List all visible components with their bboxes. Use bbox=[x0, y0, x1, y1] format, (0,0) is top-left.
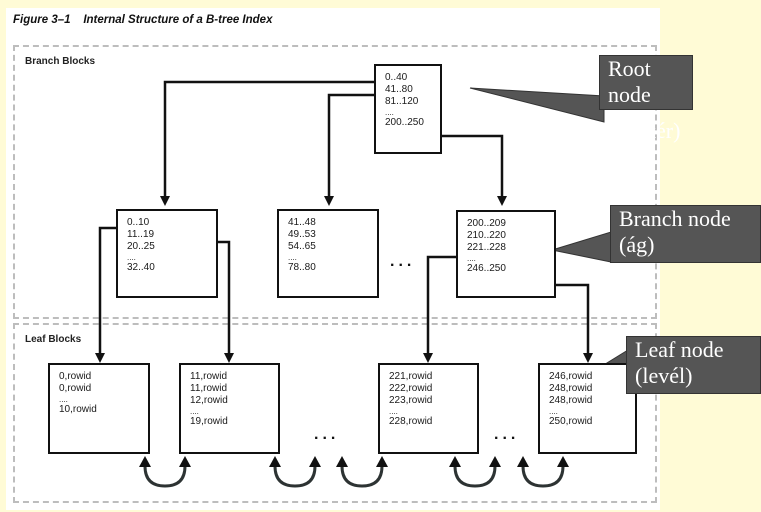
hidden-ghost-text: kér) bbox=[645, 118, 681, 143]
root-node: 0..40 41..80 81..120 .... 200..250 bbox=[374, 64, 442, 154]
leaf-blocks-label: Leaf Blocks bbox=[25, 334, 82, 345]
leaf-entry: 0,rowid bbox=[59, 383, 92, 394]
root-entry: 200..250 bbox=[385, 117, 424, 128]
branch-entry: 20..25 bbox=[127, 241, 155, 252]
leaf-entry: 223,rowid bbox=[389, 395, 433, 406]
branch-blocks-label: Branch Blocks bbox=[25, 56, 96, 67]
leaf-entry: .... bbox=[389, 407, 398, 416]
branch-entry: 49..53 bbox=[288, 229, 316, 240]
branch-entry: 32..40 bbox=[127, 262, 155, 273]
branch-node-2: 41..48 49..53 54..65 .... 78..80 bbox=[277, 209, 379, 298]
branch-entry: 41..48 bbox=[288, 217, 316, 228]
leaf-entry: 10,rowid bbox=[59, 404, 97, 415]
leaf-entry: 246,rowid bbox=[549, 371, 593, 382]
branch-entry: 0..10 bbox=[127, 217, 150, 228]
leaf-entry: 221,rowid bbox=[389, 371, 433, 382]
leaf-entry: 11,rowid bbox=[190, 383, 228, 394]
leaf-entry: .... bbox=[190, 407, 199, 416]
figure-caption: Internal Structure of a B-tree Index bbox=[83, 14, 273, 26]
root-entry: 81..120 bbox=[385, 96, 419, 107]
leaf-entry: .... bbox=[549, 407, 558, 416]
branch-entry: 11..19 bbox=[127, 229, 155, 240]
leaf-entry: .... bbox=[59, 395, 68, 404]
leaf-entry: 0,rowid bbox=[59, 371, 92, 382]
root-node-callout: Root node bbox=[599, 55, 693, 110]
branch-entry: 78..80 bbox=[288, 262, 316, 273]
leaf-node-1: 0,rowid 0,rowid .... 10,rowid bbox=[48, 363, 150, 454]
leaf-entry: 222,rowid bbox=[389, 383, 433, 394]
figure-number: Figure 3–1 bbox=[13, 14, 71, 26]
leaf-ellipsis-2: ... bbox=[494, 426, 520, 443]
leaf-ellipsis-1: ... bbox=[314, 426, 340, 443]
root-entry: 41..80 bbox=[385, 84, 413, 95]
branch-entry: 210..220 bbox=[467, 230, 506, 241]
branch-entry: 200..209 bbox=[467, 218, 506, 229]
branch-entry: 221..228 bbox=[467, 242, 506, 253]
leaf-node-4: 246,rowid 248,rowid 248,rowid .... 250,r… bbox=[538, 363, 637, 454]
leaf-node-3: 221,rowid 222,rowid 223,rowid .... 228,r… bbox=[378, 363, 479, 454]
branch-entry: 246..250 bbox=[467, 263, 506, 274]
branch-node-callout: Branch node (ág) bbox=[610, 205, 761, 263]
leaf-entry: 11,rowid bbox=[190, 371, 228, 382]
branch-entry: .... bbox=[288, 253, 297, 262]
figure-title: Figure 3–1 Internal Structure of a B-tre… bbox=[13, 14, 272, 26]
branch-entry: 54..65 bbox=[288, 241, 316, 252]
leaf-entry: 12,rowid bbox=[190, 395, 228, 406]
root-entry: 0..40 bbox=[385, 72, 408, 83]
root-entry: .... bbox=[385, 108, 394, 117]
branch-ellipsis: ... bbox=[390, 253, 416, 270]
branch-node-1: 0..10 11..19 20..25 .... 32..40 bbox=[116, 209, 218, 298]
leaf-node-callout: Leaf node (levél) bbox=[626, 336, 761, 394]
leaf-entry: 248,rowid bbox=[549, 395, 593, 406]
branch-entry: .... bbox=[127, 253, 136, 262]
leaf-entry: 228,rowid bbox=[389, 416, 433, 427]
branch-entry: .... bbox=[467, 254, 476, 263]
leaf-node-2: 11,rowid 11,rowid 12,rowid .... 19,rowid bbox=[179, 363, 280, 454]
leaf-entry: 248,rowid bbox=[549, 383, 593, 394]
branch-node-3: 200..209 210..220 221..228 .... 246..250 bbox=[456, 210, 556, 298]
leaf-entry: 250,rowid bbox=[549, 416, 593, 427]
leaf-entry: 19,rowid bbox=[190, 416, 228, 427]
